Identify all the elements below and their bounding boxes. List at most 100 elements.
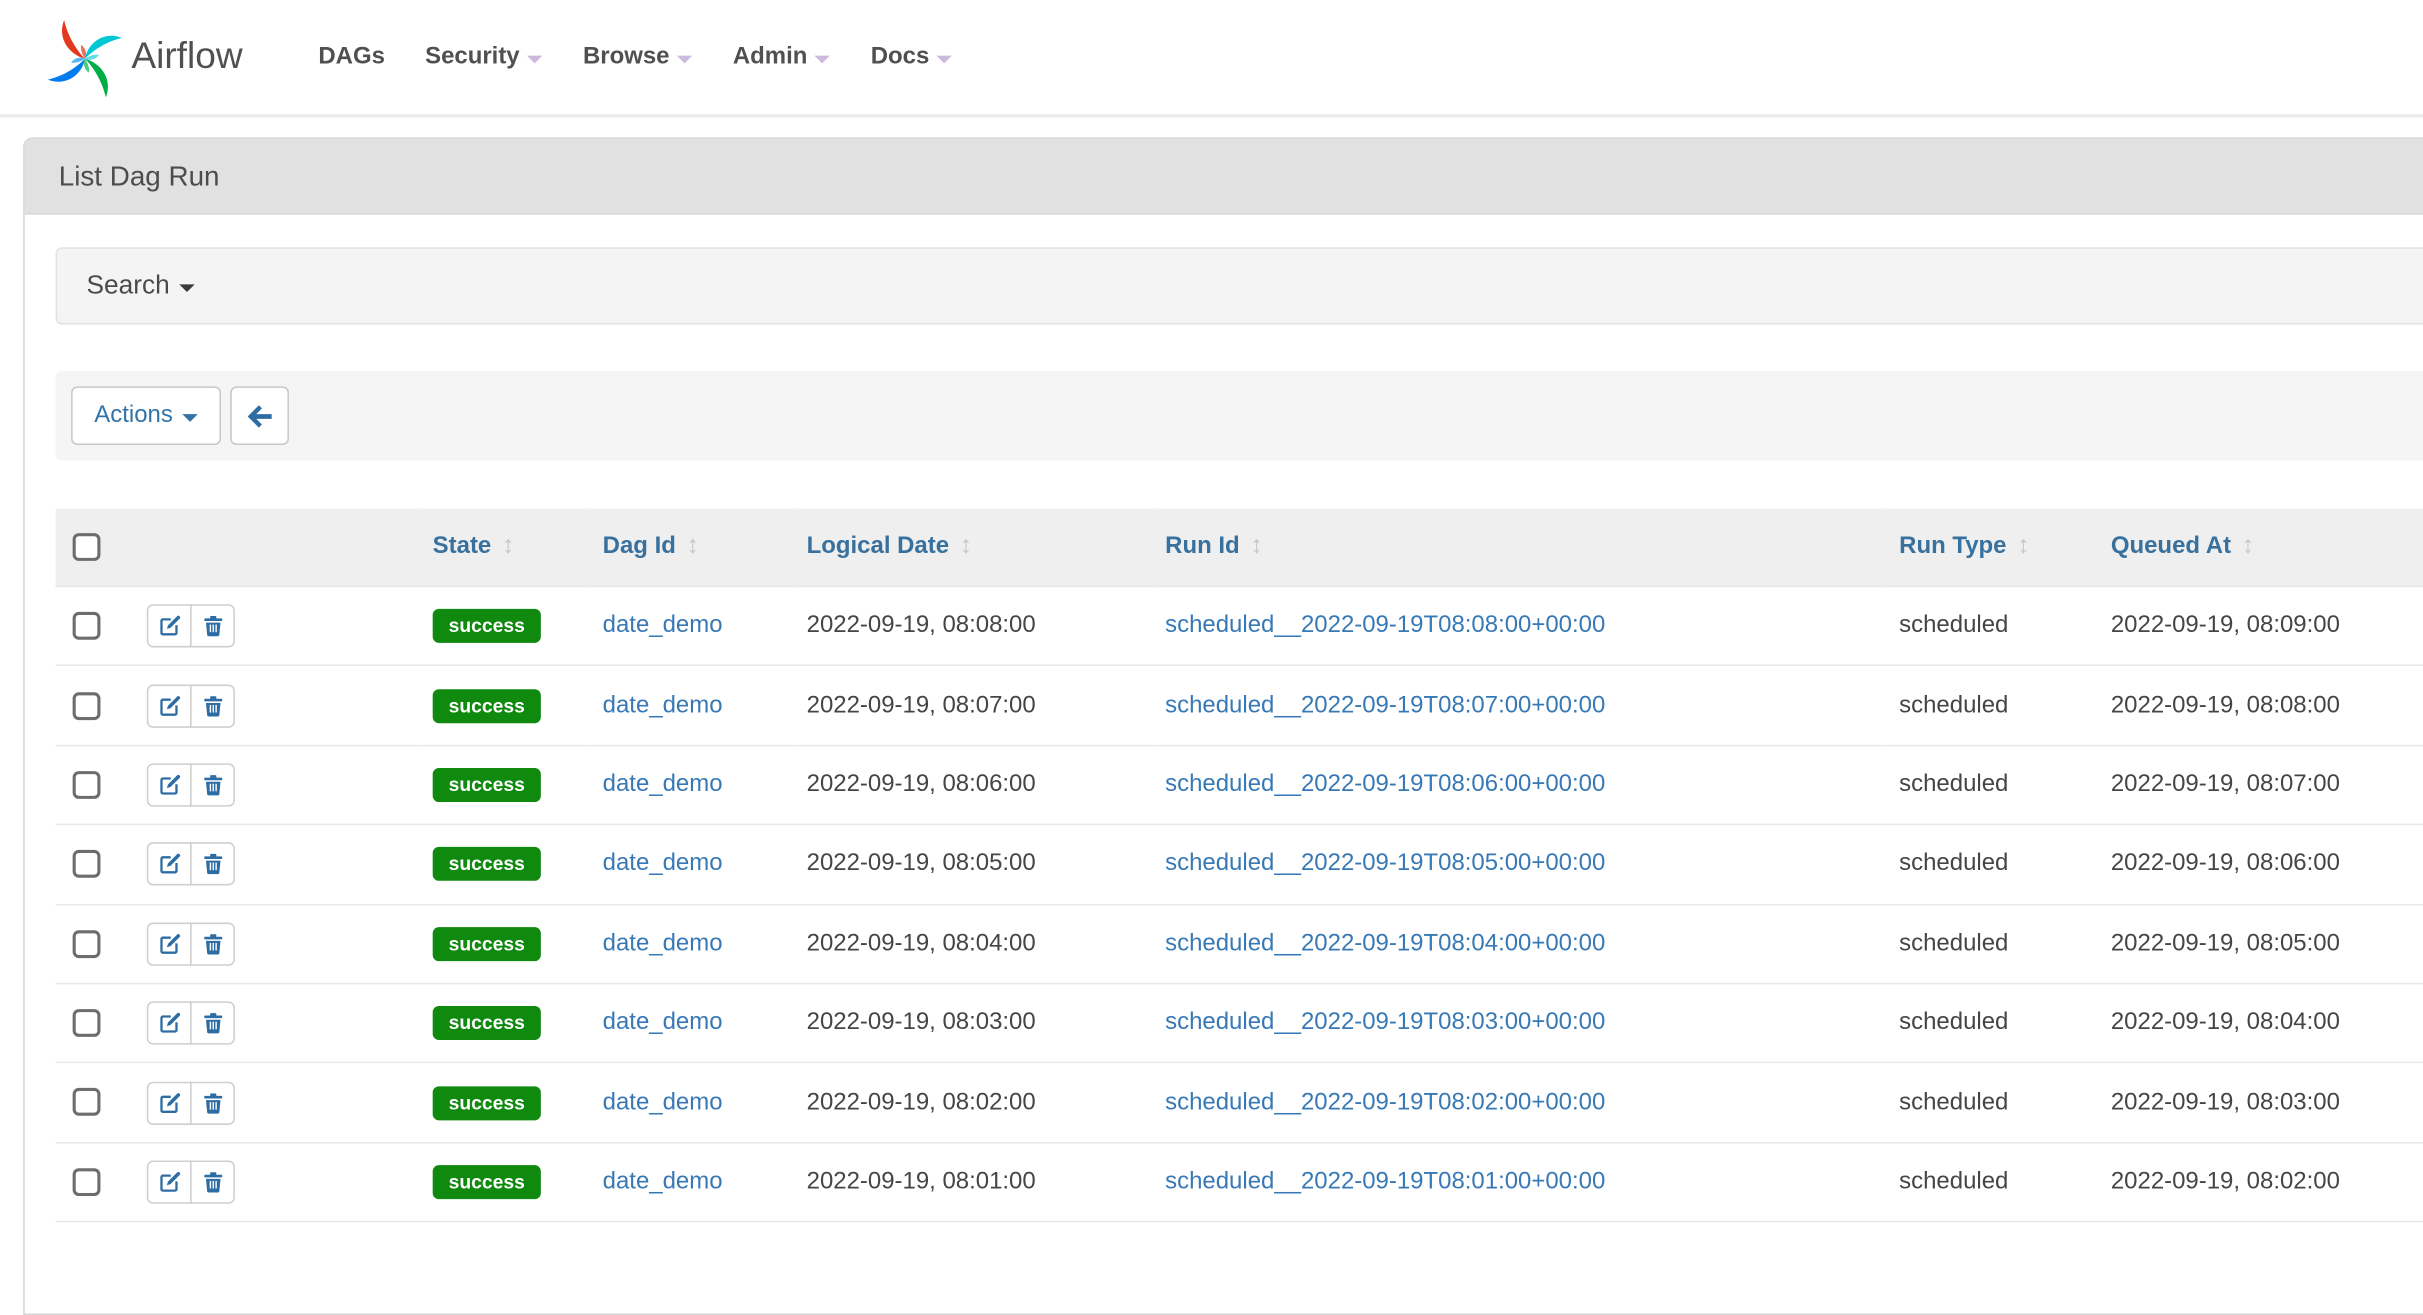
queued-at-cell: 2022-09-19, 08:04:00 bbox=[2098, 983, 2423, 1062]
row-checkbox[interactable] bbox=[73, 930, 101, 958]
delete-button[interactable] bbox=[190, 684, 235, 727]
table-row: success date_demo 2022-09-19, 08:04:00 s… bbox=[56, 904, 2423, 983]
search-toggle[interactable]: Search bbox=[56, 247, 2423, 324]
table-row: success date_demo 2022-09-19, 08:03:00 s… bbox=[56, 983, 2423, 1062]
column-header-run-id[interactable]: Run Id↕ bbox=[1153, 508, 1887, 586]
table-row: success date_demo 2022-09-19, 08:08:00 s… bbox=[56, 586, 2423, 665]
dag-id-link[interactable]: date_demo bbox=[603, 1168, 723, 1194]
run-id-link[interactable]: scheduled__2022-09-19T08:06:00+00:00 bbox=[1165, 771, 1605, 797]
pencil-square-icon bbox=[158, 1171, 180, 1193]
page-title: List Dag Run bbox=[59, 160, 220, 192]
row-checkbox[interactable] bbox=[73, 1168, 101, 1196]
queued-at-cell: 2022-09-19, 08:09:00 bbox=[2098, 586, 2423, 665]
row-checkbox[interactable] bbox=[73, 692, 101, 720]
nav-item-admin[interactable]: Admin bbox=[713, 43, 851, 71]
edit-button[interactable] bbox=[147, 1160, 192, 1203]
column-header-run-type[interactable]: Run Type↕ bbox=[1887, 508, 2099, 586]
column-header-state[interactable]: State↕ bbox=[420, 508, 590, 586]
delete-button[interactable] bbox=[190, 1081, 235, 1124]
dag-id-link[interactable]: date_demo bbox=[603, 1089, 723, 1115]
trash-icon bbox=[202, 1092, 224, 1114]
pencil-square-icon bbox=[158, 695, 180, 717]
queued-at-cell: 2022-09-19, 08:03:00 bbox=[2098, 1063, 2423, 1142]
run-type-cell: scheduled bbox=[1887, 1063, 2099, 1142]
row-checkbox[interactable] bbox=[73, 1009, 101, 1037]
dag-id-link[interactable]: date_demo bbox=[603, 850, 723, 876]
row-actions bbox=[147, 1081, 235, 1124]
trash-icon bbox=[202, 854, 224, 876]
run-id-link[interactable]: scheduled__2022-09-19T08:04:00+00:00 bbox=[1165, 930, 1605, 956]
state-badge: success bbox=[433, 768, 541, 802]
actions-column-header bbox=[134, 508, 420, 586]
delete-button[interactable] bbox=[190, 604, 235, 647]
row-checkbox[interactable] bbox=[73, 771, 101, 799]
nav-item-docs[interactable]: Docs bbox=[851, 43, 973, 71]
arrow-left-icon bbox=[245, 401, 274, 430]
brand[interactable]: Airflow bbox=[46, 15, 242, 98]
nav-item-dags[interactable]: DAGs bbox=[298, 43, 405, 71]
run-id-link[interactable]: scheduled__2022-09-19T08:07:00+00:00 bbox=[1165, 692, 1605, 718]
logical-date-cell: 2022-09-19, 08:04:00 bbox=[794, 904, 1153, 983]
nav-item-browse[interactable]: Browse bbox=[563, 43, 713, 71]
run-id-link[interactable]: scheduled__2022-09-19T08:03:00+00:00 bbox=[1165, 1009, 1605, 1035]
dag-id-link[interactable]: date_demo bbox=[603, 692, 723, 718]
actions-button[interactable]: Actions bbox=[71, 386, 221, 445]
edit-button[interactable] bbox=[147, 922, 192, 965]
delete-button[interactable] bbox=[190, 1160, 235, 1203]
row-actions bbox=[147, 684, 235, 727]
row-checkbox[interactable] bbox=[73, 850, 101, 878]
delete-button[interactable] bbox=[190, 1002, 235, 1045]
edit-button[interactable] bbox=[147, 684, 192, 727]
column-header-dag-id[interactable]: Dag Id↕ bbox=[590, 508, 794, 586]
delete-button[interactable] bbox=[190, 843, 235, 886]
dag-id-link[interactable]: date_demo bbox=[603, 1009, 723, 1035]
run-id-link[interactable]: scheduled__2022-09-19T08:05:00+00:00 bbox=[1165, 850, 1605, 876]
caret-down-icon bbox=[182, 413, 197, 421]
table-row: success date_demo 2022-09-19, 08:02:00 s… bbox=[56, 1063, 2423, 1142]
logical-date-cell: 2022-09-19, 08:08:00 bbox=[794, 586, 1153, 665]
navbar: Airflow DAGs Security Browse Admin Docs bbox=[0, 0, 2423, 117]
row-actions bbox=[147, 843, 235, 886]
logical-date-cell: 2022-09-19, 08:02:00 bbox=[794, 1063, 1153, 1142]
nav-item-security[interactable]: Security bbox=[405, 43, 563, 71]
edit-button[interactable] bbox=[147, 843, 192, 886]
run-id-link[interactable]: scheduled__2022-09-19T08:08:00+00:00 bbox=[1165, 612, 1605, 638]
select-all-checkbox[interactable] bbox=[73, 533, 101, 561]
list-dag-run-panel: List Dag Run Search Actions bbox=[23, 138, 2423, 1315]
sort-icon: ↕ bbox=[687, 533, 699, 559]
dag-id-link[interactable]: date_demo bbox=[603, 612, 723, 638]
pencil-square-icon bbox=[158, 933, 180, 955]
airflow-logo-icon bbox=[46, 15, 123, 98]
row-checkbox[interactable] bbox=[73, 612, 101, 640]
table-row: success date_demo 2022-09-19, 08:07:00 s… bbox=[56, 666, 2423, 745]
row-actions bbox=[147, 604, 235, 647]
queued-at-cell: 2022-09-19, 08:07:00 bbox=[2098, 745, 2423, 824]
run-id-link[interactable]: scheduled__2022-09-19T08:01:00+00:00 bbox=[1165, 1168, 1605, 1194]
panel-heading: List Dag Run bbox=[25, 139, 2423, 215]
column-header-logical-date[interactable]: Logical Date↕ bbox=[794, 508, 1153, 586]
run-type-cell: scheduled bbox=[1887, 1142, 2099, 1221]
dag-id-link[interactable]: date_demo bbox=[603, 771, 723, 797]
delete-button[interactable] bbox=[190, 922, 235, 965]
edit-button[interactable] bbox=[147, 604, 192, 647]
dag-id-link[interactable]: date_demo bbox=[603, 930, 723, 956]
sort-icon: ↕ bbox=[960, 533, 972, 559]
caret-down-icon bbox=[179, 284, 194, 292]
table-row: success date_demo 2022-09-19, 08:06:00 s… bbox=[56, 745, 2423, 824]
pencil-square-icon bbox=[158, 1012, 180, 1034]
delete-button[interactable] bbox=[190, 763, 235, 806]
state-badge: success bbox=[433, 847, 541, 881]
state-badge: success bbox=[433, 1165, 541, 1199]
edit-button[interactable] bbox=[147, 1002, 192, 1045]
caret-down-icon bbox=[815, 55, 830, 63]
airflow-app: Airflow DAGs Security Browse Admin Docs … bbox=[0, 0, 2423, 1230]
row-checkbox[interactable] bbox=[73, 1089, 101, 1117]
dag-run-table-wrap: State↕Dag Id↕Logical Date↕Run Id↕Run Typ… bbox=[56, 508, 2423, 1222]
edit-button[interactable] bbox=[147, 763, 192, 806]
edit-button[interactable] bbox=[147, 1081, 192, 1124]
queued-at-cell: 2022-09-19, 08:08:00 bbox=[2098, 666, 2423, 745]
back-button[interactable] bbox=[230, 386, 289, 445]
run-id-link[interactable]: scheduled__2022-09-19T08:02:00+00:00 bbox=[1165, 1089, 1605, 1115]
dag-run-table: State↕Dag Id↕Logical Date↕Run Id↕Run Typ… bbox=[56, 508, 2423, 1222]
column-header-queued-at[interactable]: Queued At↕ bbox=[2098, 508, 2423, 586]
